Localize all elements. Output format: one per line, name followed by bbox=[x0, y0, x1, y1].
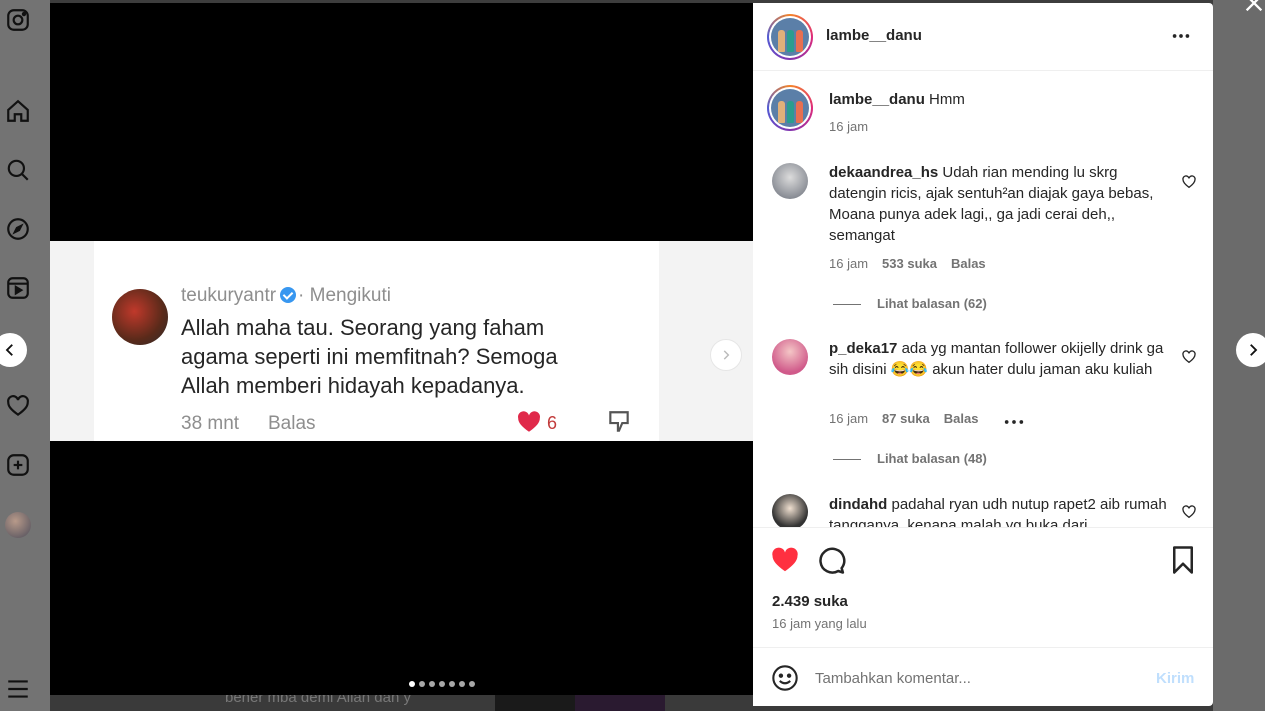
comment-avatar[interactable] bbox=[772, 163, 808, 199]
close-icon[interactable] bbox=[1243, 0, 1265, 14]
view-replies-button[interactable]: Lihat balasan (62) bbox=[833, 296, 987, 311]
reels-icon[interactable] bbox=[4, 274, 32, 302]
like-heart-icon[interactable] bbox=[770, 545, 800, 575]
chevron-left-icon bbox=[5, 344, 13, 356]
reply-button[interactable]: Balas bbox=[944, 411, 979, 426]
author-avatar[interactable] bbox=[767, 14, 813, 60]
carousel-dot bbox=[408, 681, 415, 687]
post-details-panel: lambe__danu lambe__danu Hmm 16 jam dekaa… bbox=[753, 3, 1213, 706]
caption-username[interactable]: lambe__danu bbox=[829, 91, 925, 108]
quoted-user: teukuryantr · Mengikuti bbox=[181, 285, 391, 306]
comment-avatar[interactable] bbox=[772, 339, 808, 375]
home-icon[interactable] bbox=[4, 97, 32, 125]
create-icon[interactable] bbox=[4, 451, 32, 479]
quoted-heart-icon bbox=[518, 411, 541, 432]
quoted-time: 38 mnt bbox=[181, 413, 240, 434]
post-comment-button[interactable]: Kirim bbox=[1156, 670, 1194, 687]
verified-badge-icon bbox=[280, 287, 297, 303]
comments-list[interactable]: lambe__danu Hmm 16 jam dekaandrea_hs Uda… bbox=[753, 71, 1213, 527]
post-actions: 2.439 suka 16 jam yang lalu bbox=[753, 527, 1213, 647]
profile-avatar[interactable] bbox=[4, 511, 32, 539]
carousel-dot bbox=[458, 681, 465, 687]
chevron-right-icon bbox=[1250, 344, 1258, 356]
comment-text: dindahd padahal ryan udh nutup rapet2 ai… bbox=[829, 496, 1167, 527]
carousel-dot bbox=[448, 681, 455, 687]
more-options-icon[interactable] bbox=[1170, 25, 1192, 47]
post-header: lambe__danu bbox=[753, 3, 1213, 71]
caption-avatar[interactable] bbox=[767, 85, 813, 131]
like-count[interactable]: 2.439 suka bbox=[772, 593, 848, 610]
comment-text: p_deka17 ada yg mantan follower okijelly… bbox=[829, 340, 1164, 378]
post-media[interactable]: teukuryantr · Mengikuti Allah maha tau. S… bbox=[50, 3, 753, 695]
comment-likes[interactable]: 87 suka bbox=[882, 411, 930, 426]
quoted-comment-text: Allah maha tau. Seorang yang faham agama… bbox=[181, 315, 558, 398]
menu-icon[interactable] bbox=[4, 675, 32, 703]
author-username[interactable]: lambe__danu bbox=[826, 27, 922, 44]
quoted-next-icon bbox=[710, 339, 742, 371]
comment-text: dekaandrea_hs Udah rian mending lu skrg … bbox=[829, 164, 1154, 244]
comment-avatar[interactable] bbox=[772, 494, 808, 527]
carousel-indicator bbox=[50, 681, 753, 687]
comment-username[interactable]: p_deka17 bbox=[829, 340, 897, 357]
comment-like-icon[interactable] bbox=[1181, 504, 1197, 520]
instagram-icon[interactable] bbox=[4, 6, 32, 34]
comment-meta: 16 jam 533 suka Balas bbox=[829, 256, 986, 271]
view-replies-button[interactable]: Lihat balasan (48) bbox=[833, 451, 987, 466]
explore-icon[interactable] bbox=[4, 215, 32, 243]
quoted-dislike-icon bbox=[609, 411, 629, 432]
quoted-like-count: 6 bbox=[547, 413, 558, 433]
comment-likes[interactable]: 533 suka bbox=[882, 256, 937, 271]
carousel-dot bbox=[428, 681, 435, 687]
caption-time: 16 jam bbox=[829, 119, 869, 134]
add-comment-bar: Kirim bbox=[753, 647, 1213, 706]
next-post-button[interactable] bbox=[1236, 333, 1265, 367]
background-caption-text: bener mba demi Allah dan y bbox=[225, 695, 411, 706]
quoted-reply: Balas bbox=[268, 413, 316, 434]
carousel-dot bbox=[418, 681, 425, 687]
comment-icon[interactable] bbox=[816, 545, 846, 575]
carousel-dot bbox=[468, 681, 475, 687]
notifications-icon[interactable] bbox=[4, 392, 32, 420]
caption: lambe__danu Hmm bbox=[829, 91, 965, 108]
comment-username[interactable]: dindahd bbox=[829, 496, 887, 513]
comment-options-icon[interactable] bbox=[1003, 414, 1025, 430]
reply-button[interactable]: Balas bbox=[951, 256, 986, 271]
comment-like-icon[interactable] bbox=[1181, 349, 1197, 365]
emoji-icon[interactable] bbox=[771, 664, 799, 692]
comment-like-icon[interactable] bbox=[1181, 174, 1197, 190]
quoted-avatar bbox=[112, 289, 168, 345]
post-timestamp: 16 jam yang lalu bbox=[772, 616, 867, 631]
comment-input[interactable] bbox=[815, 664, 1135, 692]
comment-username[interactable]: dekaandrea_hs bbox=[829, 164, 938, 181]
search-icon[interactable] bbox=[4, 156, 32, 184]
comment-meta: 16 jam 87 suka Balas bbox=[829, 411, 979, 426]
media-screenshot-card: teukuryantr · Mengikuti Allah maha tau. S… bbox=[50, 241, 753, 441]
save-bookmark-icon[interactable] bbox=[1168, 545, 1198, 575]
carousel-dot bbox=[438, 681, 445, 687]
